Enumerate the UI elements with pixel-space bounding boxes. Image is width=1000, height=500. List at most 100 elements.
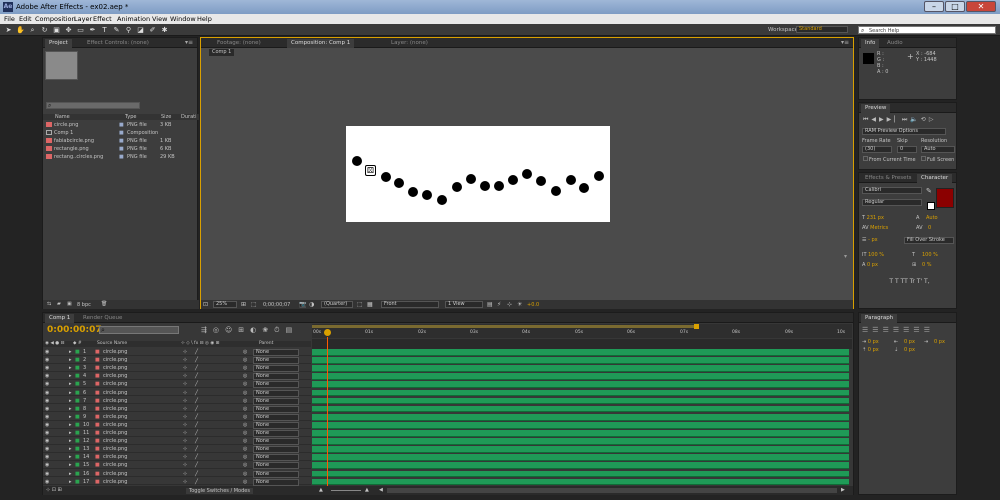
parent-select[interactable]: None: [253, 454, 299, 462]
align-right-icon[interactable]: ☰: [883, 326, 893, 334]
parent-select[interactable]: None: [253, 397, 299, 405]
parent-select[interactable]: None: [253, 413, 299, 421]
parent-select[interactable]: None: [253, 389, 299, 397]
layer-name[interactable]: circle.png: [103, 454, 127, 460]
scroll-left-icon[interactable]: ◀: [379, 487, 383, 493]
quality-switch-icon[interactable]: ╱: [195, 438, 198, 444]
panel-menu-icon[interactable]: ▾≡: [185, 39, 193, 46]
toggle-switches-modes-button[interactable]: Toggle Switches / Modes: [186, 488, 253, 494]
project-item[interactable]: rectangle.png ■ PNG file 6 KB: [43, 146, 199, 152]
menu-file[interactable]: File: [4, 15, 15, 23]
fill-color-swatch[interactable]: [936, 188, 954, 208]
zoom-in-icon[interactable]: ▲: [365, 487, 369, 493]
pick-whip-icon[interactable]: ◎: [243, 414, 247, 420]
tab-composition[interactable]: Composition: Comp 1: [287, 39, 355, 48]
safe-zones-icon[interactable]: ⊞: [241, 301, 246, 308]
circle-layer[interactable]: [522, 169, 532, 179]
layer-row[interactable]: ◉ ▸ ■ 17 ■ circle.png ⊹ ╱ ◎ None: [43, 478, 311, 486]
layer-row[interactable]: ◉ ▸ ■ 12 ■ circle.png ⊹ ╱ ◎ None: [43, 438, 311, 446]
col-size[interactable]: Size: [161, 114, 171, 120]
expand-triangle-icon[interactable]: ▸: [69, 390, 72, 396]
loop-icon[interactable]: ⟲: [921, 116, 929, 123]
quality-switch-icon[interactable]: ╱: [195, 454, 198, 460]
layer-row[interactable]: ◉ ▸ ■ 9 ■ circle.png ⊹ ╱ ◎ None: [43, 413, 311, 421]
pick-whip-icon[interactable]: ◎: [243, 406, 247, 412]
toggle-pixel-aspect-icon[interactable]: ▤: [487, 301, 493, 308]
circle-layer[interactable]: [381, 172, 391, 182]
tab-footage[interactable]: Footage: (none): [213, 39, 265, 48]
pan-behind-tool-icon[interactable]: ✥: [64, 26, 73, 34]
layer-duration-bar[interactable]: [312, 357, 849, 364]
region-of-interest-icon[interactable]: ⬚: [357, 301, 363, 308]
quality-switch-icon[interactable]: ╱: [195, 357, 198, 363]
circle-layer[interactable]: [494, 181, 504, 191]
parent-select[interactable]: None: [253, 405, 299, 413]
mask-tool-icon[interactable]: ▭: [76, 26, 85, 34]
stroke-mode-select[interactable]: Fill Over Stroke: [904, 237, 954, 244]
shy-switch-icon[interactable]: ⊹: [183, 471, 187, 477]
trash-icon[interactable]: 🗑: [101, 301, 107, 307]
shy-switch-icon[interactable]: ⊹: [183, 381, 187, 387]
layer-row[interactable]: ◉ ▸ ■ 7 ■ circle.png ⊹ ╱ ◎ None: [43, 397, 311, 405]
eraser-tool-icon[interactable]: ◪: [136, 26, 145, 34]
parent-select[interactable]: None: [253, 478, 299, 486]
layer-name[interactable]: circle.png: [103, 438, 127, 444]
current-time-display[interactable]: 0;00;00;07: [263, 302, 290, 308]
layer-name[interactable]: circle.png: [103, 414, 127, 420]
play-icon[interactable]: ▶: [879, 116, 887, 123]
align-left-icon[interactable]: ☰: [862, 326, 872, 334]
flowchart-icon[interactable]: ⊹: [507, 301, 512, 308]
selected-circle-layer[interactable]: ⚄: [365, 165, 376, 176]
expand-triangle-icon[interactable]: ▸: [69, 406, 72, 412]
circle-layer[interactable]: [508, 175, 518, 185]
resolution-select[interactable]: (Quarter): [321, 301, 353, 308]
visibility-eye-icon[interactable]: ◉: [45, 462, 49, 468]
clone-tool-icon[interactable]: ⚲: [124, 26, 133, 34]
pick-whip-icon[interactable]: ◎: [243, 479, 247, 485]
layer-duration-bar[interactable]: [312, 470, 849, 478]
camera-tool-icon[interactable]: ▣: [52, 26, 61, 34]
col-duration[interactable]: Durati: [181, 114, 197, 120]
zoom-select[interactable]: 25%: [213, 301, 237, 308]
project-item[interactable]: fabiabcircle.png ■ PNG file 1 KB: [43, 138, 199, 144]
tab-project[interactable]: Project: [45, 39, 72, 48]
shy-switch-icon[interactable]: ⊹: [183, 479, 187, 485]
pick-whip-icon[interactable]: ◎: [243, 446, 247, 452]
tab-paragraph[interactable]: Paragraph: [861, 314, 898, 323]
shy-switch-icon[interactable]: ⊹: [183, 430, 187, 436]
expand-triangle-icon[interactable]: ▸: [69, 438, 72, 444]
visibility-eye-icon[interactable]: ◉: [45, 381, 49, 387]
expand-triangle-icon[interactable]: ▸: [69, 414, 72, 420]
layer-name[interactable]: circle.png: [103, 381, 127, 387]
roto-tool-icon[interactable]: ✐: [148, 26, 157, 34]
tab-effect-controls[interactable]: Effect Controls: (none): [83, 39, 153, 48]
label-color-icon[interactable]: ■: [75, 438, 80, 444]
fast-previews-icon[interactable]: ⚡: [497, 301, 501, 308]
visibility-eye-icon[interactable]: ◉: [45, 479, 49, 485]
shy-switch-icon[interactable]: ⊹: [183, 357, 187, 363]
minimize-button[interactable]: –: [924, 1, 944, 12]
visibility-eye-icon[interactable]: ◉: [45, 438, 49, 444]
quality-switch-icon[interactable]: ╱: [195, 365, 198, 371]
shy-switch-icon[interactable]: ⊹: [183, 422, 187, 428]
parent-select[interactable]: None: [253, 470, 299, 478]
circle-layer[interactable]: [352, 156, 362, 166]
visibility-eye-icon[interactable]: ◉: [45, 357, 49, 363]
shy-switch-icon[interactable]: ⊹: [183, 365, 187, 371]
search-help-field[interactable]: ⌕ Search Help: [858, 26, 996, 34]
quality-switch-icon[interactable]: ╱: [195, 479, 198, 485]
expand-triangle-icon[interactable]: ▸: [69, 479, 72, 485]
layer-duration-bar[interactable]: [312, 365, 849, 372]
expand-triangle-icon[interactable]: ▸: [69, 422, 72, 428]
pick-whip-icon[interactable]: ◎: [243, 357, 247, 363]
view-layout-select[interactable]: 1 View: [445, 301, 483, 308]
shy-switch-icon[interactable]: ⊹: [183, 406, 187, 412]
circle-layer[interactable]: [579, 183, 589, 193]
zoom-tool-icon[interactable]: ⌕: [28, 26, 37, 34]
shy-switch-icon[interactable]: ⊹: [183, 349, 187, 355]
col-type[interactable]: Type: [125, 114, 136, 120]
selection-tool-icon[interactable]: ➤: [4, 26, 13, 34]
layer-row[interactable]: ◉ ▸ ■ 11 ■ circle.png ⊹ ╱ ◎ None: [43, 430, 311, 437]
maximize-button[interactable]: □: [945, 1, 965, 12]
quality-switch-icon[interactable]: ╱: [195, 406, 198, 412]
